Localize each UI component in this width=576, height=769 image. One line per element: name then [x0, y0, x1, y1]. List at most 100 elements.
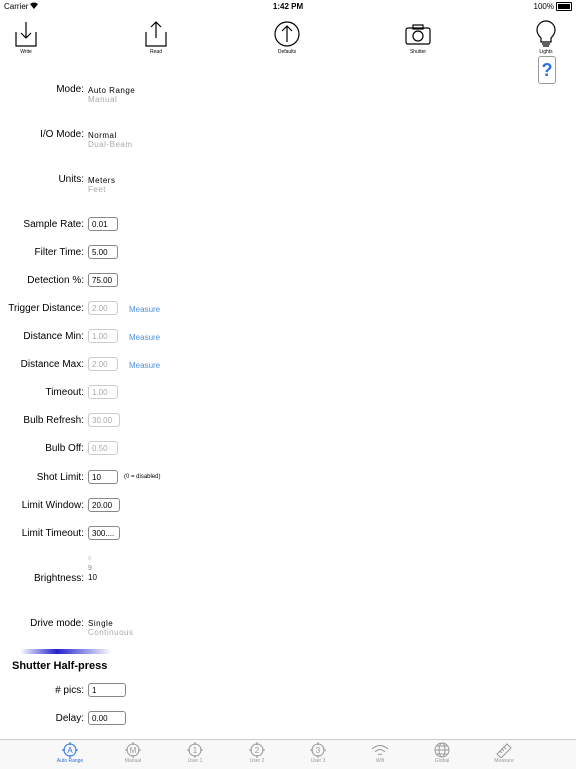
tab-label: User 1	[187, 758, 203, 764]
tab-glyph: 1	[193, 746, 198, 755]
tab-label: Measure	[494, 758, 514, 764]
limit-timeout-label: Limit Timeout:	[21, 528, 84, 539]
drive-mode-option-continuous[interactable]: Continuous	[88, 628, 133, 637]
defaults-button[interactable]: Defaults	[267, 20, 307, 55]
bulb-refresh-label: Bulb Refresh:	[23, 415, 84, 426]
tab-label: Auto Range	[56, 758, 84, 764]
tab-glyph: 2	[255, 746, 260, 755]
bulb-refresh-input[interactable]: 30.00	[88, 413, 120, 427]
drive-mode-label: Drive mode:	[30, 618, 84, 629]
lightbulb-icon	[536, 20, 556, 47]
camera-icon	[405, 24, 431, 45]
brightness-option[interactable]: 9	[88, 565, 92, 572]
tab-glyph: M	[130, 746, 137, 755]
distance-min-label: Distance Min:	[23, 331, 84, 342]
detection-input[interactable]: 75.00	[88, 273, 118, 287]
write-label: Write	[20, 49, 32, 55]
distance-min-measure-button[interactable]: Measure	[129, 333, 160, 342]
tab-label: Global	[434, 758, 450, 764]
download-icon	[15, 22, 37, 47]
bulb-off-label: Bulb Off:	[45, 443, 84, 454]
distance-min-input[interactable]: 1.00	[88, 329, 118, 343]
up-arrow-circle-icon	[274, 21, 300, 47]
io-mode-option-dual-beam[interactable]: Dual-Beam	[88, 140, 133, 149]
read-button[interactable]: Read	[136, 20, 176, 55]
tab-user-2[interactable]: 2 User 2	[237, 742, 277, 764]
shot-limit-label: Shot Limit:	[36, 472, 84, 483]
tab-glyph: 3	[316, 746, 321, 755]
battery-icon	[556, 2, 572, 11]
tab-label: User 2	[249, 758, 265, 764]
pics-input[interactable]: 1	[88, 683, 126, 697]
trigger-distance-input[interactable]: 2.00	[88, 301, 118, 315]
wifi-icon	[371, 745, 389, 756]
bulb-off-input[interactable]: 0.50	[88, 441, 118, 455]
sample-rate-input[interactable]: 0.01	[88, 217, 118, 231]
tab-user-3[interactable]: 3 User 3	[298, 742, 338, 764]
tab-glyph: A	[67, 746, 73, 755]
distance-max-measure-button[interactable]: Measure	[129, 361, 160, 370]
tab-manual[interactable]: M Manual	[113, 742, 153, 764]
tab-auto-range[interactable]: A Auto Range	[50, 742, 90, 764]
tab-label: Wifi	[375, 758, 385, 764]
help-button[interactable]: ?	[538, 56, 556, 84]
tab-label: Manual	[124, 758, 142, 764]
delay-label: Delay:	[55, 713, 84, 724]
limit-window-input[interactable]: 20.00	[88, 498, 120, 512]
io-mode-option-normal[interactable]: Normal	[88, 131, 117, 140]
sample-rate-label: Sample Rate:	[23, 219, 84, 230]
tab-measure[interactable]: Measure	[484, 742, 524, 764]
io-mode-label: I/O Mode:	[40, 129, 84, 140]
battery-percent: 100%	[533, 2, 554, 11]
activity-indicator-bar	[20, 649, 112, 654]
crosshair-1-icon: 1	[187, 742, 203, 758]
crosshair-a-icon: A	[62, 742, 78, 758]
mode-option-manual[interactable]: Manual	[88, 95, 117, 104]
lights-button[interactable]: Lights	[526, 20, 566, 55]
brightness-label: Brightness:	[33, 573, 84, 584]
tab-bar: A Auto Range M Manual 1 User 1 2 User 2 …	[0, 739, 576, 769]
status-bar: Carrier 1:42 PM 100%	[0, 0, 576, 12]
drive-mode-option-single[interactable]: Single	[88, 619, 113, 628]
tab-label: User 3	[310, 758, 326, 764]
units-option-meters[interactable]: Meters	[88, 176, 115, 185]
write-button[interactable]: Write	[6, 20, 46, 55]
shot-limit-input[interactable]: 10	[88, 470, 118, 484]
brightness-option-selected[interactable]: 10	[88, 573, 97, 582]
crosshair-2-icon: 2	[249, 742, 265, 758]
shutter-button[interactable]: Shutter	[398, 20, 438, 55]
shutter-label: Shutter	[409, 49, 427, 55]
filter-time-input[interactable]: 5.00	[88, 245, 118, 259]
mode-option-auto-range[interactable]: Auto Range	[88, 86, 135, 95]
ruler-icon	[496, 743, 512, 758]
tab-user-1[interactable]: 1 User 1	[175, 742, 215, 764]
clock: 1:42 PM	[272, 2, 304, 11]
crosshair-m-icon: M	[125, 742, 141, 758]
trigger-distance-measure-button[interactable]: Measure	[129, 305, 160, 314]
shot-limit-note: (0 = disabled)	[124, 474, 161, 480]
section-title-shutter-half-press: Shutter Half-press	[12, 660, 108, 672]
brightness-option[interactable]: 8	[88, 556, 91, 562]
tab-wifi[interactable]: Wifi	[360, 742, 400, 764]
limit-timeout-input[interactable]: 300....	[88, 526, 120, 540]
upload-icon	[145, 21, 167, 47]
distance-max-input[interactable]: 2.00	[88, 357, 118, 371]
distance-max-label: Distance Max:	[20, 359, 84, 370]
detection-label: Detection %:	[27, 275, 84, 286]
read-label: Read	[150, 49, 162, 55]
tab-global[interactable]: Global	[422, 742, 462, 764]
crosshair-3-icon: 3	[310, 742, 326, 758]
defaults-label: Defaults	[277, 49, 297, 55]
timeout-input[interactable]: 1.00	[88, 385, 118, 399]
limit-window-label: Limit Window:	[21, 500, 84, 511]
lights-label: Lights	[539, 49, 553, 55]
units-option-feet[interactable]: Feet	[88, 185, 106, 194]
mode-label: Mode:	[56, 84, 84, 95]
delay-input[interactable]: 0.00	[88, 711, 126, 725]
trigger-distance-label: Trigger Distance:	[8, 303, 84, 314]
filter-time-label: Filter Time:	[34, 247, 84, 258]
pics-label: # pics:	[55, 685, 84, 696]
timeout-label: Timeout:	[45, 387, 84, 398]
globe-icon	[434, 742, 450, 758]
units-label: Units:	[58, 174, 84, 185]
